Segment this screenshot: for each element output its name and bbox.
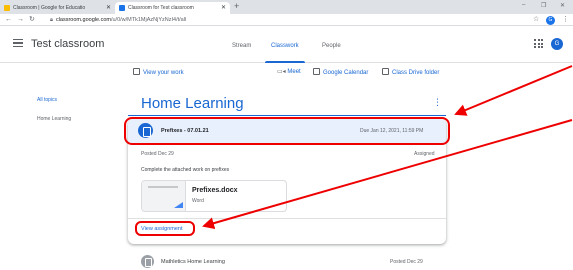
annotation-arrows [202, 65, 573, 229]
arrow-to-view-assignment [202, 119, 573, 229]
arrow-to-header [454, 65, 573, 116]
